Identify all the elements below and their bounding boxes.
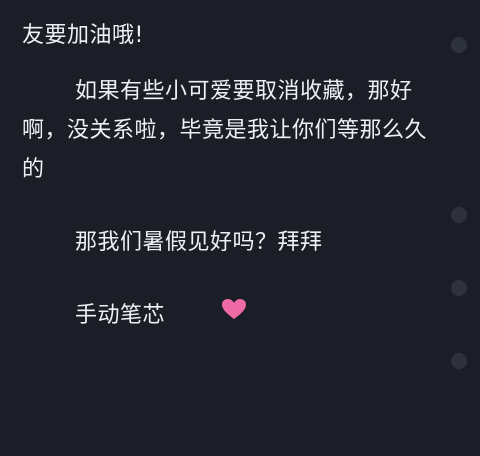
paragraph-3-text: 那我们暑假见好吗？拜拜 xyxy=(75,230,323,255)
paragraph-2: 如果有些小可爱要取消收藏，那好啊，没关系啦，毕竟是我让你们等那么久的 xyxy=(22,72,434,189)
paragraph-comment-button-4[interactable] xyxy=(451,353,467,369)
reader-view: 友要加油哦! 如果有些小可爱要取消收藏，那好啊，没关系啦，毕竟是我让你们等那么久… xyxy=(0,0,480,456)
paragraph-3: 那我们暑假见好吗？拜拜 xyxy=(22,223,434,262)
paragraph-4-text: 手动笔芯 xyxy=(75,303,166,328)
heart-icon xyxy=(168,294,247,333)
chapter-text: 友要加油哦! 如果有些小可爱要取消收藏，那好啊，没关系啦，毕竟是我让你们等那么久… xyxy=(22,16,434,336)
paragraph-comment-button-2[interactable] xyxy=(451,207,467,223)
paragraph-4: 手动笔芯 xyxy=(22,296,434,336)
paragraph-comment-button-1[interactable] xyxy=(451,37,467,53)
paragraph-comment-button-3[interactable] xyxy=(451,280,467,296)
paragraph-2-text: 如果有些小可爱要取消收藏，那好啊，没关系啦，毕竟是我让你们等那么久的 xyxy=(22,79,428,182)
paragraph-1: 友要加油哦! xyxy=(22,16,434,55)
paragraph-1-text: 友要加油哦! xyxy=(22,23,144,48)
